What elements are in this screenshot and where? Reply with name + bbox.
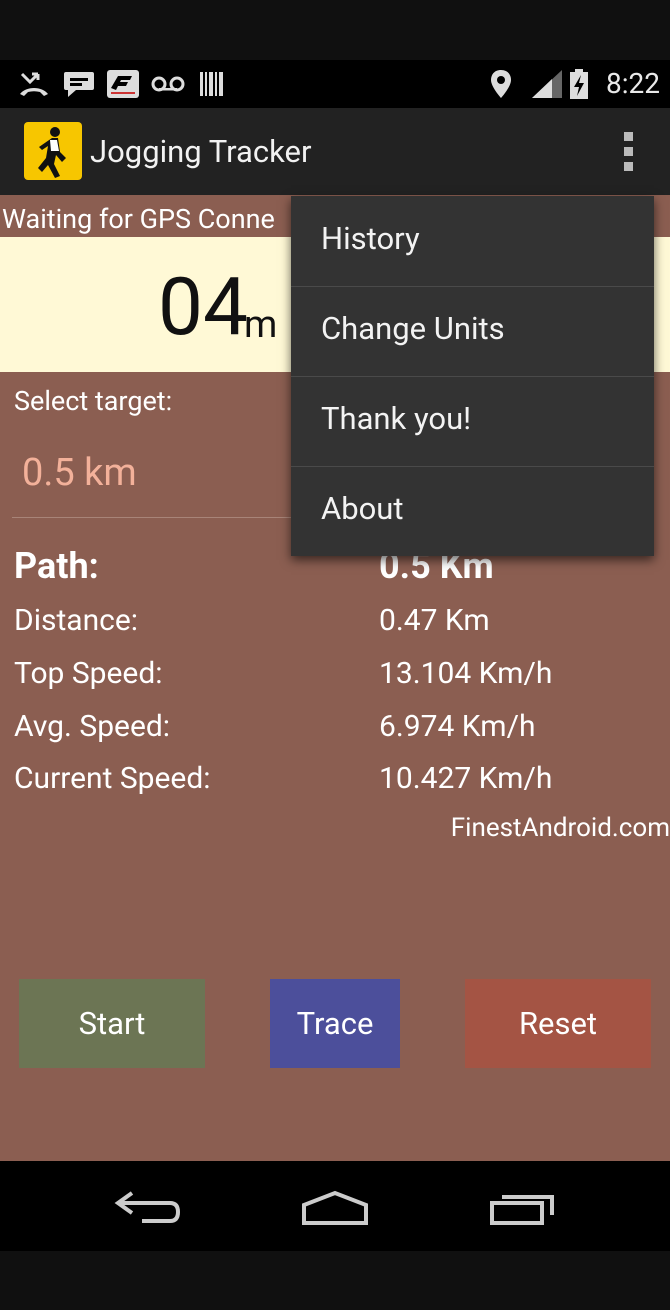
top-speed-label: Top Speed: (14, 656, 163, 691)
home-icon[interactable] (298, 1187, 372, 1227)
timer-unit: m (244, 303, 278, 347)
timer-minutes: 04 (158, 260, 248, 354)
start-button[interactable]: Start (19, 979, 205, 1068)
path-label: Path: (14, 545, 99, 587)
distance-value: 0.47 Km (379, 603, 490, 638)
f1-app-icon (107, 70, 139, 98)
trace-button[interactable]: Trace (270, 979, 400, 1068)
action-bar: Jogging Tracker (0, 108, 670, 195)
location-icon (491, 70, 511, 98)
chat-icon (64, 72, 94, 97)
menu-item-label: Thank you! (321, 400, 472, 437)
avg-speed-value: 6.974 Km/h (379, 709, 536, 744)
jogger-icon[interactable] (24, 122, 82, 180)
signal-icon (532, 70, 562, 98)
recents-icon[interactable] (488, 1187, 558, 1227)
barcode-icon (200, 72, 223, 96)
status-time: 8:22 (606, 67, 660, 100)
back-icon[interactable] (114, 1187, 184, 1227)
voicemail-icon (151, 76, 185, 92)
overflow-menu-icon[interactable] (622, 132, 634, 172)
reset-button[interactable]: Reset (465, 979, 651, 1068)
top-speed-value: 13.104 Km/h (379, 656, 553, 691)
avg-speed-label: Avg. Speed: (14, 709, 171, 744)
select-target-label: Select target: (14, 385, 173, 417)
gps-status-text: Waiting for GPS Conne (2, 203, 275, 235)
overflow-menu: History Change Units Thank you! About (291, 196, 654, 556)
target-spinner[interactable]: 0.5 km (22, 451, 137, 495)
menu-item-history[interactable]: History (291, 196, 654, 287)
app-title: Jogging Tracker (90, 133, 312, 170)
navigation-bar (0, 1161, 670, 1251)
menu-item-label: History (321, 220, 420, 257)
menu-item-about[interactable]: About (291, 466, 654, 556)
current-speed-label: Current Speed: (14, 761, 211, 796)
menu-item-change-units[interactable]: Change Units (291, 286, 654, 377)
distance-label: Distance: (14, 603, 139, 638)
current-speed-value: 10.427 Km/h (379, 761, 553, 796)
bottom-letterbox (0, 1251, 670, 1310)
battery-charging-icon (570, 69, 588, 99)
top-letterbox (0, 0, 670, 60)
credit-link[interactable]: FinestAndroid.com (451, 813, 670, 843)
menu-item-thank-you[interactable]: Thank you! (291, 376, 654, 467)
menu-item-label: Change Units (321, 310, 505, 347)
status-bar: 8:22 (0, 60, 670, 108)
menu-item-label: About (321, 490, 404, 527)
missed-call-icon (20, 72, 48, 96)
target-underline (12, 517, 308, 518)
